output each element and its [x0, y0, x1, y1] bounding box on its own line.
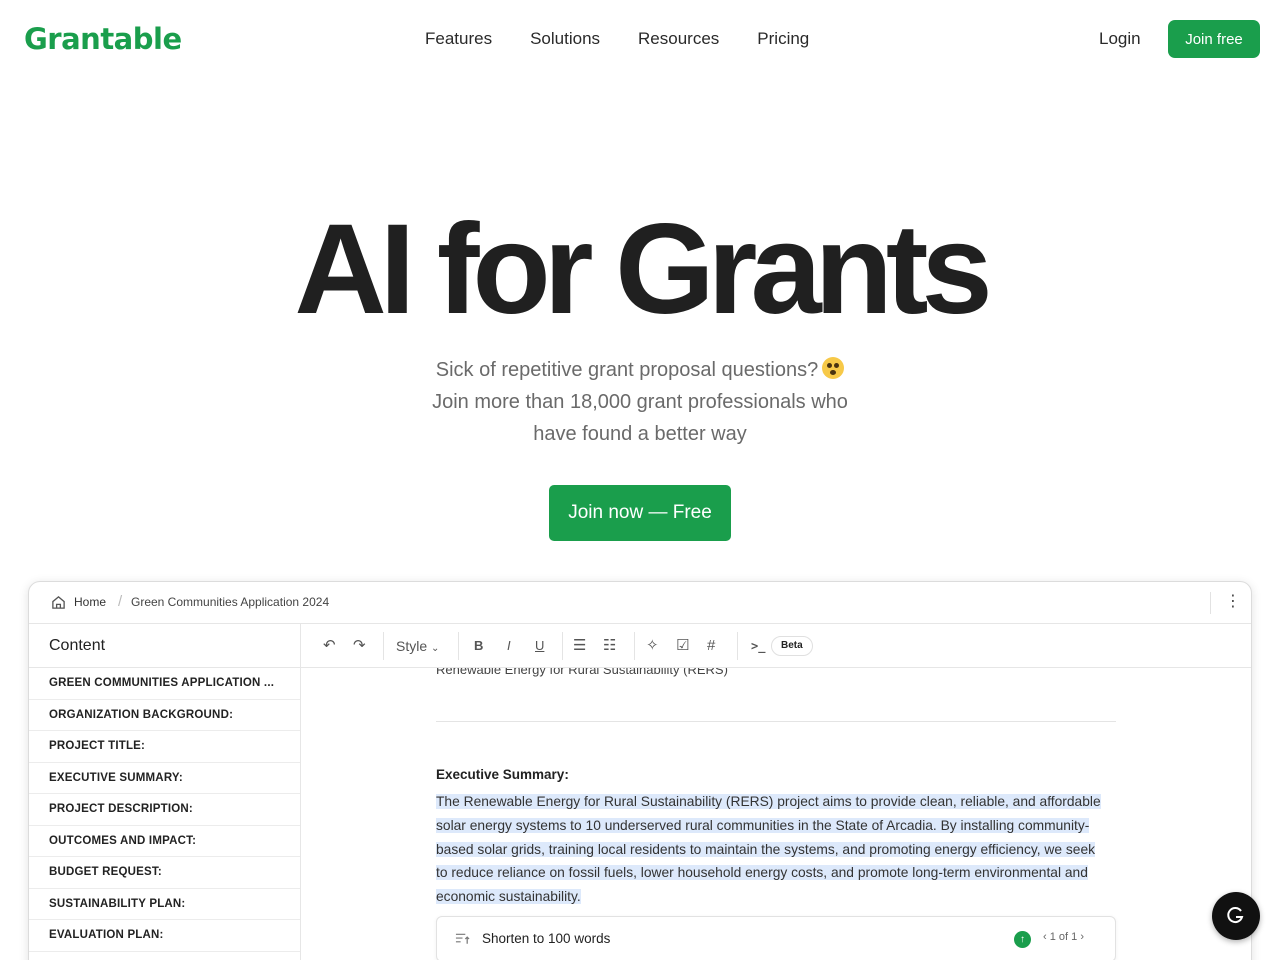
selected-text[interactable]: The Renewable Energy for Rural Sustainab… [436, 794, 1101, 905]
sidebar-item-project-description[interactable]: PROJECT DESCRIPTION: [29, 794, 300, 826]
flushed-face-emoji-icon [822, 357, 845, 379]
breadcrumb-home[interactable]: Home [74, 595, 106, 609]
style-dropdown[interactable]: Style ⌄ [396, 637, 439, 658]
hero-subtitle-line-1: Sick of repetitive grant proposal questi… [435, 359, 819, 381]
numbered-list-icon[interactable]: ☷ [603, 637, 616, 655]
chevron-down-icon: ⌄ [431, 643, 440, 654]
bold-icon[interactable]: B [474, 637, 483, 655]
sidebar-item-executive-summary[interactable]: EXECUTIVE SUMMARY: [29, 763, 300, 794]
hash-icon[interactable]: # [707, 637, 715, 655]
home-icon[interactable] [51, 595, 66, 610]
sidebar-title: Content [29, 624, 300, 668]
chevron-left-icon[interactable]: ‹ [1043, 931, 1047, 943]
sidebar-item-outcomes-impact[interactable]: OUTCOMES AND IMPACT: [29, 826, 300, 857]
breadcrumb-document[interactable]: Green Communities Application 2024 [131, 595, 329, 609]
more-vertical-icon[interactable]: ⋮ [1225, 592, 1241, 614]
join-now-free-button[interactable]: Join now — Free [549, 485, 731, 541]
undo-icon[interactable]: ↶ [323, 637, 336, 655]
bullet-list-icon[interactable]: ☰ [573, 637, 586, 655]
shorten-icon [455, 933, 470, 944]
suggestion-pager[interactable]: ‹ 1 of 1 › [1043, 931, 1084, 943]
sidebar-item-budget-request[interactable]: BUDGET REQUEST: [29, 857, 300, 889]
editor-toolbar: ↶ ↷ Style ⌄ B I U ☰ ☷ ✧ ☑ # >_ Beta [301, 624, 1251, 668]
nav-links: Features Solutions Resources Pricing [425, 29, 847, 49]
sidebar-item-green-communities[interactable]: GREEN COMMUNITIES APPLICATION ... [29, 668, 300, 700]
nav-link-solutions[interactable]: Solutions [530, 29, 600, 49]
join-free-button[interactable]: Join free [1168, 20, 1260, 58]
style-dropdown-label: Style [396, 638, 428, 654]
hero-title: AI for Grants [294, 198, 992, 341]
sparkle-icon[interactable]: ✧ [646, 637, 659, 655]
nav-link-pricing[interactable]: Pricing [757, 29, 809, 49]
sidebar-item-evaluation-plan[interactable]: EVALUATION PLAN: [29, 920, 300, 952]
ai-suggestion-bar[interactable]: Shorten to 100 words ↑ ‹ 1 of 1 › [436, 916, 1116, 960]
underline-icon[interactable]: U [535, 637, 544, 655]
login-link[interactable]: Login [1099, 29, 1141, 49]
section-divider [436, 721, 1116, 722]
toolbar-separator [562, 632, 563, 660]
toolbar-separator [383, 632, 384, 660]
sidebar-item-project-title[interactable]: PROJECT TITLE: [29, 731, 300, 763]
toolbar-separator [737, 632, 738, 660]
beta-badge: Beta [771, 636, 813, 656]
breadcrumb-separator: / [118, 593, 123, 610]
italic-icon[interactable]: I [507, 637, 511, 655]
checkbox-icon[interactable]: ☑ [676, 637, 689, 655]
hero-subtitle: Sick of repetitive grant proposal questi… [390, 354, 890, 450]
apply-up-arrow-icon[interactable]: ↑ [1014, 931, 1031, 948]
terminal-icon[interactable]: >_ [751, 637, 765, 655]
grantable-logo[interactable]: Grantable [24, 22, 182, 56]
document-editor[interactable]: Renewable Energy for Rural Sustainabilit… [301, 668, 1251, 960]
top-divider [1210, 592, 1211, 614]
executive-summary-heading: Executive Summary: [436, 767, 569, 782]
hero-subtitle-line-3: have found a better way [533, 423, 747, 445]
redo-icon[interactable]: ↷ [353, 637, 366, 655]
top-nav: Grantable Features Solutions Resources P… [0, 0, 1280, 80]
hero-subtitle-line-2: Join more than 18,000 grant professional… [432, 391, 848, 413]
project-title-text: Renewable Energy for Rural Sustainabilit… [436, 668, 728, 677]
app-breadcrumb-bar: Home / Green Communities Application 202… [29, 582, 1251, 624]
sidebar-item-organization-background[interactable]: ORGANIZATION BACKGROUND: [29, 700, 300, 731]
executive-summary-paragraph[interactable]: The Renewable Energy for Rural Sustainab… [436, 790, 1108, 909]
nav-link-features[interactable]: Features [425, 29, 492, 49]
sidebar-item-sustainability-plan[interactable]: SUSTAINABILITY PLAN: [29, 889, 300, 920]
toolbar-separator [458, 632, 459, 660]
toolbar-separator [634, 632, 635, 660]
chevron-right-icon[interactable]: › [1080, 931, 1084, 943]
content-sidebar: Content GREEN COMMUNITIES APPLICATION ..… [29, 624, 301, 960]
grantable-g-icon [1227, 907, 1244, 924]
app-preview-window: Home / Green Communities Application 202… [28, 581, 1252, 960]
suggestion-text: Shorten to 100 words [482, 931, 611, 946]
chat-launcher-button[interactable] [1212, 892, 1260, 940]
pager-text: 1 of 1 [1049, 931, 1078, 943]
nav-link-resources[interactable]: Resources [638, 29, 719, 49]
